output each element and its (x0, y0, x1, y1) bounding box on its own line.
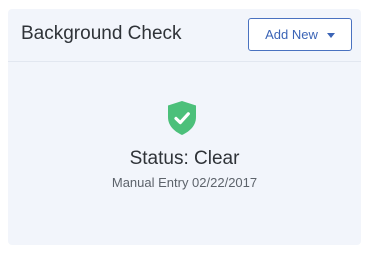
card-header: Background Check Add New (8, 9, 361, 62)
entry-date-text: Manual Entry 02/22/2017 (111, 175, 258, 190)
status-text: Status: Clear (129, 148, 240, 169)
caret-down-icon (326, 32, 335, 38)
shield-check-icon (166, 100, 198, 136)
add-new-label: Add New (265, 27, 318, 42)
add-new-button[interactable]: Add New (248, 18, 352, 51)
background-check-card: Background Check Add New Status: Clear M… (8, 9, 361, 245)
card-title: Background Check (21, 23, 182, 44)
